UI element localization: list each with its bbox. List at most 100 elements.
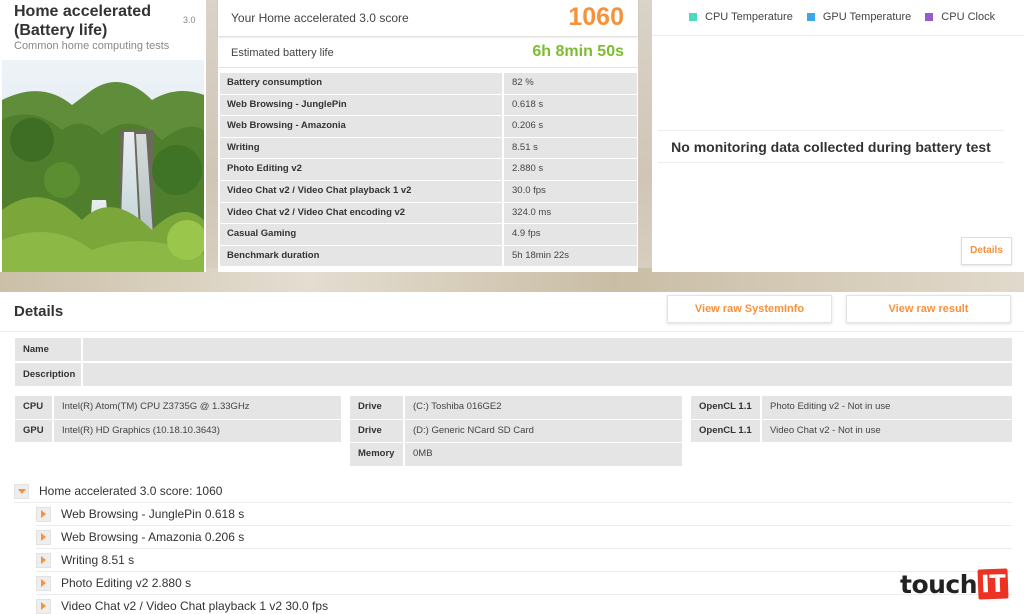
results-table: Battery consumption 82 % Web Browsing - J… [220, 73, 637, 268]
table-row: Web Browsing - JunglePin 0.618 s [220, 94, 637, 117]
spec-table-storage: Drive (C:) Toshiba 016GE2 Drive (D:) Gen… [350, 396, 682, 467]
name-label: Name [15, 338, 81, 361]
tree-root-row[interactable]: Home accelerated 3.0 score: 1060 [14, 480, 1012, 503]
legend-cpu-clock[interactable]: CPU Clock [925, 11, 995, 23]
spec-table-hardware: CPU Intel(R) Atom(TM) CPU Z3735G @ 1.33G… [15, 396, 341, 443]
expand-toggle[interactable] [36, 575, 51, 591]
tree-root-label: Home accelerated 3.0 score: 1060 [39, 484, 223, 498]
result-key: Casual Gaming [220, 224, 502, 246]
description-value [83, 363, 1012, 386]
table-row: Memory 0MB [350, 443, 682, 467]
table-row: Drive (C:) Toshiba 016GE2 [350, 396, 682, 420]
result-key: Writing [220, 137, 502, 160]
result-value: 324.0 ms [504, 202, 637, 225]
legend-swatch [925, 13, 934, 21]
result-value: 82 % [504, 73, 637, 95]
tree-child-row[interactable]: Web Browsing - JunglePin 0.618 s [36, 503, 1012, 526]
table-row: Casual Gaming 4.9 fps [220, 224, 637, 246]
no-monitoring-message: No monitoring data collected during batt… [658, 130, 1004, 163]
spec-value: (D:) Generic NCard SD Card [405, 419, 682, 443]
legend-cpu-temperature[interactable]: CPU Temperature [689, 11, 793, 23]
table-row: CPU Intel(R) Atom(TM) CPU Z3735G @ 1.33G… [15, 396, 341, 420]
chevron-down-icon [17, 488, 26, 494]
result-value: 4.9 fps [504, 224, 637, 246]
table-row: Web Browsing - Amazonia 0.206 s [220, 116, 637, 138]
logo-text: touch [900, 569, 978, 599]
spec-key: OpenCL 1.1 [691, 396, 760, 420]
tree-child-row[interactable]: Web Browsing - Amazonia 0.206 s [36, 526, 1012, 549]
spec-key: Drive [350, 419, 403, 443]
tree-child-row[interactable]: Video Chat v2 / Video Chat playback 1 v2… [36, 595, 1012, 614]
spec-value: Photo Editing v2 - Not in use [762, 396, 1012, 420]
details-section: Details View raw SystemInfo View raw res… [0, 292, 1024, 614]
spec-value: Video Chat v2 - Not in use [762, 419, 1012, 443]
result-value: 2.880 s [504, 159, 637, 181]
legend-swatch [689, 13, 697, 21]
chevron-right-icon [41, 510, 46, 518]
collapse-toggle[interactable] [14, 483, 29, 499]
spec-key: GPU [15, 419, 52, 443]
tree-child-label: Web Browsing - Amazonia 0.206 s [61, 530, 245, 544]
result-key: Web Browsing - JunglePin [220, 94, 502, 117]
result-key: Video Chat v2 / Video Chat encoding v2 [220, 202, 502, 225]
tree-child-label: Writing 8.51 s [61, 553, 135, 567]
result-key: Benchmark duration [220, 245, 502, 268]
table-row: OpenCL 1.1 Video Chat v2 - Not in use [691, 419, 1012, 443]
monitoring-legend: CPU Temperature GPU Temperature CPU Cloc… [689, 11, 1009, 23]
monitoring-details-button[interactable]: Details [961, 237, 1012, 265]
expand-toggle[interactable] [36, 529, 51, 545]
chevron-right-icon [41, 556, 46, 564]
result-key: Video Chat v2 / Video Chat playback 1 v2 [220, 180, 502, 203]
result-value: 0.206 s [504, 116, 637, 138]
score-row: Your Home accelerated 3.0 score 1060 [218, 0, 638, 37]
description-row: Description [15, 363, 1012, 386]
legend-label: GPU Temperature [822, 11, 912, 23]
legend-swatch [806, 13, 815, 21]
score-value: 1060 [568, 3, 624, 31]
result-key: Photo Editing v2 [220, 159, 502, 181]
table-row: Photo Editing v2 2.880 s [220, 159, 637, 181]
details-divider [0, 331, 1024, 332]
test-card: Home accelerated (Battery life) 3.0 Comm… [0, 0, 206, 272]
chevron-right-icon [41, 533, 46, 541]
spec-key: CPU [15, 396, 52, 420]
legend-gpu-temperature[interactable]: GPU Temperature [806, 11, 912, 23]
waterfall-illustration [2, 60, 204, 272]
results-panel: Your Home accelerated 3.0 score 1060 Est… [218, 0, 638, 272]
description-label: Description [15, 363, 81, 386]
result-value: 8.51 s [504, 137, 637, 160]
waterfall-image [2, 60, 204, 272]
spec-value: Intel(R) HD Graphics (10.18.10.3643) [54, 419, 341, 443]
result-value: 30.0 fps [504, 180, 637, 203]
expand-toggle[interactable] [36, 552, 51, 568]
tree-child-label: Video Chat v2 / Video Chat playback 1 v2… [61, 599, 329, 613]
result-key: Battery consumption [220, 73, 502, 95]
test-title: Home accelerated (Battery life) [14, 3, 151, 39]
spec-value: Intel(R) Atom(TM) CPU Z3735G @ 1.33GHz [54, 396, 341, 420]
test-subtitle: Common home computing tests [14, 40, 170, 52]
battery-life-value: 6h 8min 50s [532, 43, 624, 60]
result-value: 5h 18min 22s [504, 245, 637, 268]
tree-child-row[interactable]: Writing 8.51 s [36, 549, 1012, 572]
expand-toggle[interactable] [36, 598, 51, 614]
touchit-logo: touch IT [900, 562, 1009, 606]
spec-value: (C:) Toshiba 016GE2 [405, 396, 682, 420]
spec-key: Drive [350, 396, 403, 420]
results-tree: Home accelerated 3.0 score: 1060 Web Bro… [14, 480, 1012, 614]
battery-life-label: Estimated battery life [231, 47, 334, 59]
expand-toggle[interactable] [36, 506, 51, 522]
test-version: 3.0 [183, 15, 196, 25]
table-row: Writing 8.51 s [220, 137, 637, 160]
tree-child-row[interactable]: Photo Editing v2 2.880 s [36, 572, 1012, 595]
table-row: OpenCL 1.1 Photo Editing v2 - Not in use [691, 396, 1012, 420]
table-row: GPU Intel(R) HD Graphics (10.18.10.3643) [15, 419, 341, 443]
legend-label: CPU Clock [941, 11, 996, 23]
logo-badge: IT [977, 568, 1009, 600]
view-raw-systeminfo-button[interactable]: View raw SystemInfo [667, 295, 832, 323]
view-raw-result-button[interactable]: View raw result [846, 295, 1011, 323]
spec-key: Memory [350, 443, 403, 467]
chevron-right-icon [41, 579, 46, 587]
battery-life-row: Estimated battery life 6h 8min 50s [218, 38, 638, 68]
legend-divider [652, 35, 1024, 36]
details-title: Details [14, 303, 64, 320]
